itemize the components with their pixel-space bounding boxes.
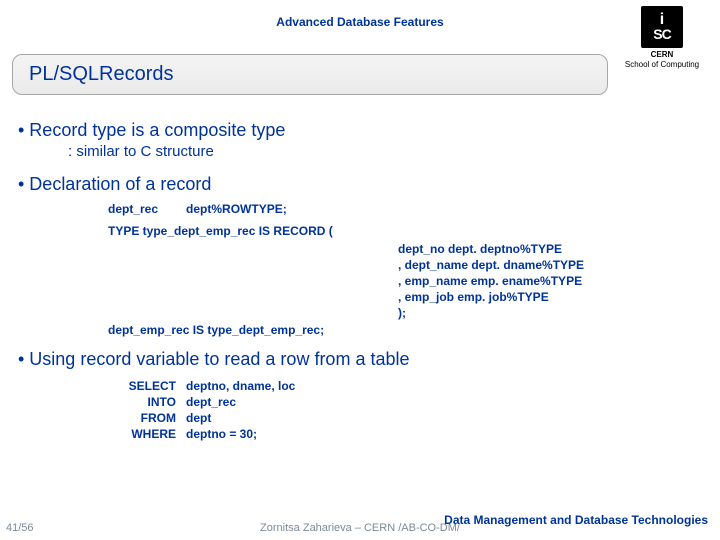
bullet-1-sub: : similar to C structure [68,143,702,160]
sql-select: SELECTdeptno, dname, loc [108,378,702,394]
page-number: 41/56 [6,522,34,534]
slide-body: • Record type is a composite type : simi… [18,120,702,442]
bullet-1: • Record type is a composite type [18,120,702,141]
sql-where: WHEREdeptno = 30; [108,426,702,442]
field-2: , dept_name dept. dname%TYPE [398,257,702,273]
footer-author: Zornitsa Zaharieva – CERN /AB-CO-DM/ [260,522,460,534]
sql-into: INTOdept_rec [108,394,702,410]
header: Advanced Database Features i SC CERN Sch… [0,0,720,110]
logo-icon: i SC [641,6,683,48]
field-close: ); [398,305,702,321]
code-sql: SELECTdeptno, dname, loc INTOdept_rec FR… [108,378,702,442]
code-fields: dept_no dept. deptno%TYPE , dept_name de… [398,241,702,321]
code-rowtype: dept_rec dept%ROWTYPE; [108,201,702,217]
code-type: dept%ROWTYPE; [186,201,287,217]
slide-title: PL/SQLRecords [12,54,608,95]
code-typedef: TYPE type_dept_emp_rec IS RECORD ( [108,223,702,239]
footer-topic: Data Management and Database Technologie… [444,513,708,528]
bullet-2: • Declaration of a record [18,174,702,195]
logo-brand1: CERN [618,50,706,60]
code-var: dept_rec [108,201,158,217]
logo-brand2: School of Computing [618,60,706,70]
sql-from: FROMdept [108,410,702,426]
cern-logo: i SC CERN School of Computing [618,6,706,70]
logo-i: i [660,13,664,27]
field-3: , emp_name emp. ename%TYPE [398,273,702,289]
bullet-3: • Using record variable to read a row fr… [18,349,702,370]
field-1: dept_no dept. deptno%TYPE [398,241,702,257]
section-label: Advanced Database Features [276,15,443,29]
field-4: , emp_job emp. job%TYPE [398,289,702,305]
code-typed-var: dept_emp_rec IS type_dept_emp_rec; [108,323,702,337]
logo-sc: SC [653,27,670,41]
